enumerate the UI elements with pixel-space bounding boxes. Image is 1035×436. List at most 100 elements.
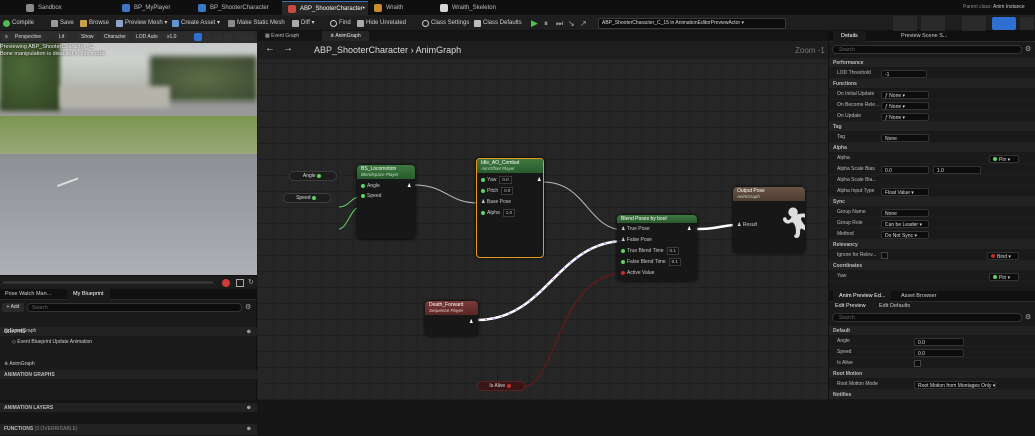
bind-button[interactable]: Bind ▾ — [987, 251, 1019, 260]
preview-viewport[interactable] — [0, 31, 257, 289]
yaw-pin-select[interactable]: Pin ▾ — [989, 272, 1019, 281]
preview-speed-input[interactable]: 0.0 — [914, 348, 964, 357]
graph-eventgraph[interactable]: ⊟ EventGraph — [4, 328, 36, 334]
pose-output-icon[interactable]: ♟ — [537, 176, 541, 184]
find-button[interactable]: Find — [329, 18, 353, 29]
animation-layers-section[interactable]: ANIMATION LAYERS ⊕ — [0, 403, 257, 413]
section-notifies[interactable]: Notifies — [829, 390, 1035, 400]
preview-mesh-button[interactable]: Preview Mesh ▾ — [115, 18, 170, 29]
timeline-scrubber[interactable] — [3, 281, 213, 284]
bs-locomotion-node[interactable]: BS_Locomotion Blendspace Player Angle Spe… — [357, 165, 415, 239]
tab-anim-preview-editor[interactable]: Anim Preview Ed... — [833, 291, 892, 302]
tab-sandbox[interactable]: Sandbox — [20, 1, 116, 15]
pose-output-icon[interactable]: ♟ — [687, 225, 691, 233]
play-button[interactable]: ▶ — [531, 18, 541, 29]
diff-button[interactable]: Diff ▾ — [291, 18, 319, 29]
pin-speed[interactable]: Speed — [361, 192, 381, 200]
alpha-input-type-select[interactable]: Float Value ▾ — [881, 187, 929, 196]
gear-icon[interactable]: ⚙ — [1025, 45, 1034, 54]
alpha-pin-select[interactable]: Pin ▾ — [989, 154, 1019, 163]
on-initial-update-select[interactable]: ƒ None ▾ — [881, 90, 929, 99]
tab-bp-shootercharacter[interactable]: BP_ShooterCharacter — [192, 1, 282, 15]
tab-abp-shootercharacter[interactable]: ABP_ShooterCharacter• — [282, 1, 368, 15]
rotate-tool-icon[interactable] — [214, 33, 222, 41]
physics-mode-button[interactable] — [1020, 17, 1034, 30]
edit-preview-button[interactable]: Edit Preview — [835, 303, 866, 309]
graphs-section[interactable]: GRAPHS ⊕ — [0, 327, 257, 337]
pin-base-pose[interactable]: ♟ Base Pose — [481, 198, 511, 206]
add-function-icon[interactable]: ⊕ — [247, 424, 251, 434]
browse-button[interactable]: Browse — [79, 18, 117, 29]
pose-output-icon[interactable]: ♟ — [407, 182, 411, 190]
pin-yaw[interactable]: Yaw 0.0 — [481, 176, 512, 184]
tab-preview-scene[interactable]: Preview Scene S... — [901, 31, 947, 42]
animation-mode-button[interactable] — [962, 16, 986, 31]
character-button[interactable]: Character — [101, 33, 129, 41]
step-out-button[interactable]: ↗ — [580, 18, 590, 29]
debug-object-select[interactable]: ABP_ShooterCharacter_C_15 in AnimationEd… — [598, 18, 786, 29]
tab-pose-watch[interactable]: Pose Watch Man... — [5, 289, 51, 300]
create-asset-button[interactable]: Create Asset ▾ — [171, 18, 225, 29]
tag-input[interactable]: None — [881, 133, 929, 142]
blend-poses-by-bool-node[interactable]: Blend Poses by bool ♟ True Pose ♟ False … — [617, 215, 697, 281]
scale-bias-min-input[interactable]: 0.0 — [881, 165, 929, 174]
lod-auto-button[interactable]: LOD Auto — [133, 33, 161, 41]
add-layer-icon[interactable]: ⊕ — [247, 403, 251, 413]
pin-false-blend-time[interactable]: False Blend Time 0.1 — [621, 258, 681, 266]
idle-ao-combat-node[interactable]: Idle_AO_Combat AimOffset Player Yaw 0.0 Pi… — [476, 158, 544, 258]
pin-angle[interactable]: Angle — [361, 182, 380, 190]
stop-button[interactable] — [236, 279, 244, 287]
lit-button[interactable]: Lit — [56, 33, 68, 41]
sync-method-select[interactable]: Do Not Sync ▾ — [881, 230, 929, 239]
anim-graph-editor[interactable]: ▦ Event Graph ⋔ AnimGraph ← → ABP_Shoote… — [257, 31, 828, 400]
playback-speed-button[interactable]: x1.0 — [164, 33, 180, 41]
row-scale-bias-clamp[interactable]: Alpha Scale Bia... — [829, 175, 1035, 186]
tab-bp-myplayer[interactable]: BP_MyPlayer — [116, 1, 192, 15]
lod-threshold-input[interactable]: -1 — [881, 69, 927, 78]
pin-true-blend-time[interactable]: True Blend Time 0.1 — [621, 247, 679, 255]
animation-graphs-section[interactable]: ANIMATION GRAPHS — [0, 370, 257, 380]
hide-unrelated-button[interactable]: Hide Unrelated — [356, 18, 406, 29]
scale-bias-max-input[interactable]: 1.0 — [933, 165, 981, 174]
edit-defaults-button[interactable]: Edit Defaults — [879, 303, 910, 309]
section-default[interactable]: Default — [829, 326, 1035, 336]
viewport-menu-button[interactable]: ≡ — [2, 33, 10, 41]
pin-alpha[interactable]: Alpha 1.0 — [481, 209, 516, 217]
mybp-search-input[interactable]: Search — [27, 303, 242, 312]
pin-pitch[interactable]: Pitch 0.0 — [481, 187, 514, 195]
section-sync[interactable]: Sync — [829, 197, 1035, 207]
section-tag[interactable]: Tag — [829, 122, 1035, 132]
angle-variable-node[interactable]: Angle — [289, 171, 337, 181]
blueprint-mode-button[interactable] — [992, 17, 1016, 30]
pin-true-pose[interactable]: ♟ True Pose — [621, 225, 650, 233]
make-static-mesh-button[interactable]: Make Static Mesh — [227, 18, 285, 29]
pin-active-value[interactable]: Active Value — [621, 269, 654, 277]
select-tool-icon[interactable] — [194, 33, 202, 41]
preview-is-alive-checkbox[interactable] — [914, 360, 921, 367]
preview-angle-input[interactable]: 0.0 — [914, 337, 964, 346]
add-button[interactable]: + Add — [2, 303, 24, 312]
section-functions[interactable]: Functions — [829, 79, 1035, 89]
perspective-button[interactable]: Perspective — [12, 33, 45, 41]
save-button[interactable]: Save — [50, 18, 80, 29]
functions-section[interactable]: FUNCTIONS (3 OVERRIDABLE) ⊕ — [0, 424, 257, 436]
on-update-select[interactable]: ƒ None ▾ — [881, 112, 929, 121]
tab-wraith[interactable]: Wraith — [368, 1, 434, 15]
section-coordinates[interactable]: Coordinates — [829, 261, 1035, 271]
group-role-select[interactable]: Can be Leader ▾ — [881, 219, 929, 228]
tab-details[interactable]: Details — [833, 31, 866, 42]
on-become-relevant-select[interactable]: ƒ None ▾ — [881, 101, 929, 110]
step-button[interactable]: ⏭ — [556, 18, 566, 29]
tab-asset-browser[interactable]: Asset Browser — [901, 291, 936, 302]
pose-output-icon[interactable]: ♟ — [469, 318, 473, 326]
gear-icon[interactable]: ⚙ — [1025, 313, 1034, 322]
compile-button[interactable]: Compile — [2, 18, 48, 29]
gear-icon[interactable]: ⚙ — [245, 303, 254, 312]
pin-false-pose[interactable]: ♟ False Pose — [621, 236, 652, 244]
details-search-input[interactable]: Search — [832, 45, 1022, 54]
add-graph-icon[interactable]: ⊕ — [247, 327, 251, 337]
death-forward-node[interactable]: Death_Forward Sequence Player ♟ — [425, 301, 478, 336]
pause-button[interactable]: ⏸ — [544, 18, 554, 29]
skeleton-mode-button[interactable] — [893, 16, 917, 31]
is-alive-variable-node[interactable]: Is Alive — [477, 381, 525, 391]
